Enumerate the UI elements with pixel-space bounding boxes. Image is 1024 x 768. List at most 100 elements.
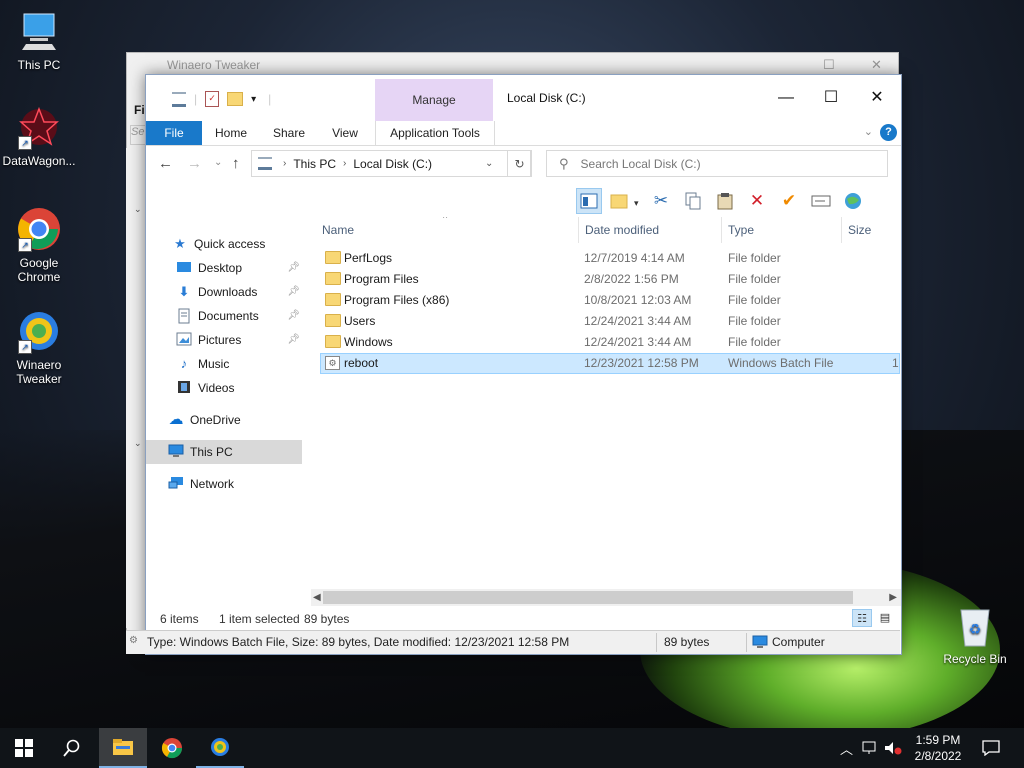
title-bar[interactable]: | ✓ ▾ | Manage Local Disk (C:) — ☐ ✕ xyxy=(146,75,901,121)
table-row[interactable]: Users 12/24/2021 3:44 AM File folder xyxy=(320,311,900,332)
drive-icon[interactable] xyxy=(172,91,186,107)
horizontal-scrollbar[interactable]: ◀ ▶ xyxy=(311,589,901,606)
folder-icon xyxy=(325,335,341,348)
network-status-icon[interactable] xyxy=(862,728,880,768)
new-folder-icon[interactable]: ▾ xyxy=(608,188,642,214)
file-date: 12/23/2021 12:58 PM xyxy=(584,356,699,370)
search-input[interactable]: ⚲ Search Local Disk (C:) xyxy=(546,150,888,177)
folder-icon xyxy=(325,314,341,327)
shortcut-arrow-icon: ↗ xyxy=(18,340,32,354)
shortcut-arrow-icon: ↗ xyxy=(18,136,32,150)
tab-file[interactable]: File xyxy=(146,121,202,145)
taskbar-file-explorer[interactable] xyxy=(99,728,147,768)
desktop-icon-winaero[interactable]: ↗ Winaero Tweaker xyxy=(1,308,77,386)
maximize-button[interactable]: ☐ xyxy=(808,83,854,113)
nav-videos[interactable]: Videos xyxy=(146,376,302,400)
copy-icon[interactable] xyxy=(680,188,706,214)
file-name: Users xyxy=(344,314,376,328)
winaero-maximize-icon[interactable]: ☐ xyxy=(823,57,835,73)
back-arrow-icon[interactable]: ← xyxy=(158,155,173,172)
monitor-icon xyxy=(168,444,184,460)
rename-icon[interactable] xyxy=(808,188,834,214)
paste-icon[interactable] xyxy=(712,188,738,214)
nav-pictures[interactable]: Pictures 📌︎ xyxy=(146,328,302,352)
help-button[interactable]: ? xyxy=(880,124,897,141)
chevron-up-icon[interactable]: ︿ xyxy=(840,739,853,758)
nav-documents[interactable]: Documents 📌︎ xyxy=(146,304,302,328)
table-row[interactable]: PerfLogs 12/7/2019 4:14 AM File folder xyxy=(320,248,900,269)
scroll-right-icon[interactable]: ▶ xyxy=(889,589,897,606)
system-clock[interactable]: 1:59 PM 2/8/2022 xyxy=(903,732,973,764)
table-row[interactable]: Program Files 2/8/2022 1:56 PM File fold… xyxy=(320,269,900,290)
desktop-icon-label: Recycle Bin xyxy=(943,652,1007,666)
table-row[interactable]: Program Files (x86) 10/8/2021 12:03 AM F… xyxy=(320,290,900,311)
explorer-window[interactable]: | ✓ ▾ | Manage Local Disk (C:) — ☐ ✕ Fil… xyxy=(145,74,902,655)
tab-application-tools[interactable]: Application Tools xyxy=(375,121,495,145)
desktop-icon-recycle-bin[interactable]: ♻ Recycle Bin xyxy=(937,602,1013,666)
taskbar-winaero[interactable] xyxy=(196,728,244,768)
new-folder-icon[interactable] xyxy=(227,92,244,106)
chevron-down-icon[interactable]: ⌄ xyxy=(134,204,142,215)
refresh-button[interactable]: ↻ xyxy=(507,150,532,177)
large-icons-view-icon[interactable]: ▤ xyxy=(875,609,895,627)
breadcrumb-this-pc[interactable]: This PC xyxy=(293,157,336,171)
column-header-date[interactable]: Date modified xyxy=(579,217,722,243)
tab-share[interactable]: Share xyxy=(266,121,312,145)
nav-downloads[interactable]: ⬇ Downloads 📌︎ xyxy=(146,280,302,304)
recent-locations-icon[interactable]: ⌄ xyxy=(214,157,222,168)
forward-arrow-icon[interactable]: → xyxy=(187,155,202,172)
table-row[interactable]: Windows 12/24/2021 3:44 AM File folder xyxy=(320,332,900,353)
delete-icon[interactable]: ✕ xyxy=(744,188,770,214)
tab-view[interactable]: View xyxy=(322,121,368,145)
chevron-down-icon[interactable]: ⌄ xyxy=(134,438,142,449)
taskbar-chrome[interactable] xyxy=(148,728,196,768)
preview-pane-icon[interactable] xyxy=(576,188,602,214)
column-header-size[interactable]: Size xyxy=(842,217,901,243)
tab-manage[interactable]: Manage xyxy=(375,79,493,121)
nav-quick-access[interactable]: ★ Quick access xyxy=(146,232,302,256)
chevron-down-icon[interactable]: ⌄ xyxy=(864,125,873,138)
minimize-button[interactable]: — xyxy=(763,83,809,113)
breadcrumb-local-disk[interactable]: Local Disk (C:) xyxy=(353,157,432,171)
scrollbar-thumb[interactable] xyxy=(323,591,853,604)
volume-muted-icon[interactable] xyxy=(884,728,902,768)
up-arrow-icon[interactable]: ↑ xyxy=(232,155,240,172)
winaero-tree-pane: ⌄ ⌄ xyxy=(126,148,145,628)
search-button[interactable] xyxy=(48,728,96,768)
cut-icon[interactable]: ✂ xyxy=(648,188,674,214)
nav-network[interactable]: Network xyxy=(146,472,302,496)
scroll-left-icon[interactable]: ◀ xyxy=(313,589,321,606)
column-header-name[interactable]: Name xyxy=(316,217,579,243)
music-note-icon: ♪ xyxy=(180,356,188,371)
notification-center-icon[interactable] xyxy=(982,728,1000,768)
address-bar[interactable]: › This PC › Local Disk (C:) ⌄ xyxy=(251,150,531,177)
breadcrumb-separator-icon: › xyxy=(283,158,287,169)
show-hidden-icons[interactable]: ︿ xyxy=(840,728,853,768)
chevron-down-icon[interactable]: ⌄ xyxy=(485,158,493,169)
desktop-icon-datawagon[interactable]: ↗ DataWagon... xyxy=(1,104,77,168)
tab-home[interactable]: Home xyxy=(208,121,254,145)
search-placeholder: Search Local Disk (C:) xyxy=(580,156,701,171)
file-name: Program Files (x86) xyxy=(344,293,450,307)
chevron-down-icon[interactable]: ▾ xyxy=(251,94,256,105)
nav-desktop[interactable]: Desktop 📌︎ xyxy=(146,256,302,280)
desktop-icon-this-pc[interactable]: This PC xyxy=(1,8,77,72)
globe-icon[interactable] xyxy=(840,188,866,214)
file-date: 12/24/2021 3:44 AM xyxy=(584,314,692,328)
start-button[interactable] xyxy=(0,728,48,768)
batch-file-icon: ⚙ xyxy=(325,356,340,370)
close-button[interactable]: ✕ xyxy=(854,83,900,113)
properties-icon[interactable]: ✓ xyxy=(205,91,220,107)
nav-onedrive[interactable]: ☁ OneDrive xyxy=(146,408,302,432)
checkmark-icon[interactable]: ✔ xyxy=(776,188,802,214)
nav-music[interactable]: ♪ Music xyxy=(146,352,302,376)
details-view-icon[interactable]: ☷ xyxy=(852,609,872,627)
clock-date: 2/8/2022 xyxy=(914,749,962,763)
nav-label: This PC xyxy=(190,445,233,459)
column-header-type[interactable]: Type xyxy=(722,217,842,243)
nav-this-pc[interactable]: This PC xyxy=(146,440,302,464)
table-row-selected[interactable]: ⚙ reboot 12/23/2021 12:58 PM Windows Bat… xyxy=(320,353,900,374)
clock-time: 1:59 PM xyxy=(915,733,961,747)
desktop-icon-chrome[interactable]: ↗ Google Chrome xyxy=(1,206,77,284)
winaero-close-icon[interactable]: ✕ xyxy=(871,57,882,73)
